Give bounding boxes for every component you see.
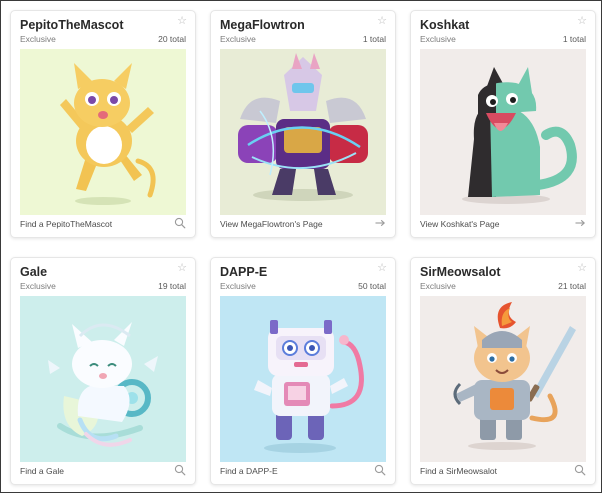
card-count: 20 total [158, 34, 186, 44]
card-subtitle: Exclusive [20, 281, 56, 291]
kitty-card-gale[interactable]: Gale ☆ Exclusive 19 total Find a Gale [10, 257, 196, 485]
find-link[interactable]: Find a SirMeowsalot [420, 466, 497, 476]
star-icon[interactable]: ☆ [377, 16, 387, 27]
arrow-right-icon[interactable] [574, 217, 586, 229]
card-title: Koshkat [420, 18, 470, 32]
card-footer: Find a Gale [20, 464, 186, 478]
card-count: 50 total [358, 281, 386, 291]
card-footer: Find a SirMeowsalot [420, 464, 586, 478]
view-page-link[interactable]: View MegaFlowtron's Page [220, 219, 323, 229]
view-page-link[interactable]: View Koshkat's Page [420, 219, 499, 229]
kitty-artwork[interactable] [220, 296, 386, 462]
card-subtitle: Exclusive [220, 34, 256, 44]
find-link[interactable]: Find a Gale [20, 466, 64, 476]
kitty-artwork[interactable] [420, 296, 586, 462]
card-count: 19 total [158, 281, 186, 291]
card-subtitle: Exclusive [420, 281, 456, 291]
card-footer: View Koshkat's Page [420, 217, 586, 231]
card-header: SirMeowsalot ☆ Exclusive 21 total [411, 258, 595, 296]
star-icon[interactable]: ☆ [177, 263, 187, 274]
find-link[interactable]: Find a DAPP-E [220, 466, 278, 476]
card-header: DAPP-E ☆ Exclusive 50 total [211, 258, 395, 296]
star-icon[interactable]: ☆ [377, 263, 387, 274]
card-count: 1 total [362, 34, 386, 44]
find-link[interactable]: Find a PepitoTheMascot [20, 219, 112, 229]
card-count: 1 total [562, 34, 586, 44]
card-title: MegaFlowtron [220, 18, 305, 32]
card-title: DAPP-E [220, 265, 268, 279]
kitty-card-dapp-e[interactable]: DAPP-E ☆ Exclusive 50 total Find a DAPP-… [210, 257, 396, 485]
card-subtitle: Exclusive [420, 34, 456, 44]
card-footer: Find a DAPP-E [220, 464, 386, 478]
kitty-card-sirmeowsalot[interactable]: SirMeowsalot ☆ Exclusive 21 total Find a… [410, 257, 596, 485]
search-icon[interactable] [374, 464, 386, 476]
kitty-artwork[interactable] [220, 49, 386, 215]
star-icon[interactable]: ☆ [177, 16, 187, 27]
star-icon[interactable]: ☆ [577, 16, 587, 27]
search-icon[interactable] [174, 464, 186, 476]
card-header: PepitoTheMascot ☆ Exclusive 20 total [11, 11, 195, 49]
kitty-card-megaflowtron[interactable]: MegaFlowtron ☆ Exclusive 1 total View Me… [210, 10, 396, 238]
search-icon[interactable] [174, 217, 186, 229]
card-header: Gale ☆ Exclusive 19 total [11, 258, 195, 296]
card-header: MegaFlowtron ☆ Exclusive 1 total [211, 11, 395, 49]
card-title: PepitoTheMascot [20, 18, 124, 32]
kitty-gallery: PepitoTheMascot ☆ Exclusive 20 total Fin… [0, 0, 602, 493]
card-footer: View MegaFlowtron's Page [220, 217, 386, 231]
kitty-artwork[interactable] [420, 49, 586, 215]
card-subtitle: Exclusive [20, 34, 56, 44]
kitty-card-pepitothemascot[interactable]: PepitoTheMascot ☆ Exclusive 20 total Fin… [10, 10, 196, 238]
card-title: Gale [20, 265, 48, 279]
card-count: 21 total [558, 281, 586, 291]
arrow-right-icon[interactable] [374, 217, 386, 229]
kitty-card-koshkat[interactable]: Koshkat ☆ Exclusive 1 total View Koshkat… [410, 10, 596, 238]
card-title: SirMeowsalot [420, 265, 501, 279]
star-icon[interactable]: ☆ [577, 263, 587, 274]
kitty-artwork[interactable] [20, 296, 186, 462]
card-footer: Find a PepitoTheMascot [20, 217, 186, 231]
card-subtitle: Exclusive [220, 281, 256, 291]
search-icon[interactable] [574, 464, 586, 476]
card-header: Koshkat ☆ Exclusive 1 total [411, 11, 595, 49]
kitty-artwork[interactable] [20, 49, 186, 215]
